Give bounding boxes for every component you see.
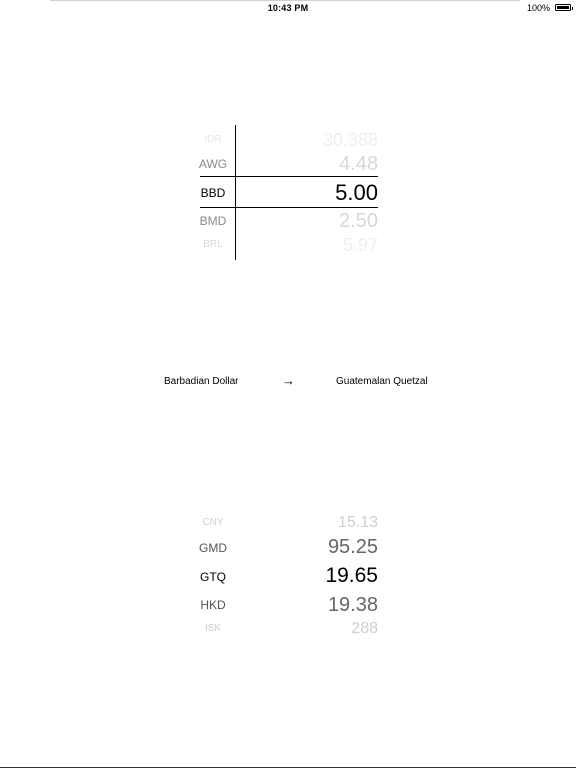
top-edge-line [50,0,520,1]
currency-code: GTQ [200,570,226,584]
picker-row[interactable]: AWG 4.48 [180,153,378,177]
status-bar: 10:43 PM 100% [0,0,576,18]
battery-percentage: 100% [526,3,550,13]
battery-icon [555,4,573,11]
currency-code: AWG [198,157,228,171]
currency-value: 15.13 [337,514,378,531]
currency-value: 2.50 [339,210,378,232]
currency-code: CNY [202,517,224,528]
source-currency-picker[interactable]: IDR 30,388 AWG 4.48 BBD 5.00 BMD 2.50 BR… [180,120,400,265]
currency-value: 19.65 [325,564,378,587]
currency-value: 4.48 [339,153,378,175]
currency-value: 95.25 [327,536,378,558]
picker-row[interactable]: ISK 288 [180,620,378,640]
conversion-summary: Barbadian Dollar → Guatemalan Quetzal [0,373,576,392]
currency-code: BMD [199,214,227,228]
picker-row[interactable]: BMD 2.50 [180,210,378,235]
currency-value: 5.97 [342,235,378,255]
picker-row-selected[interactable]: BBD 5.00 [180,180,378,206]
picker-row-selected[interactable]: GTQ 19.65 [180,564,378,590]
from-currency-name: Barbadian Dollar [164,376,239,387]
picker-row[interactable]: CNY 15.13 [180,514,378,534]
currency-code: HKD [200,598,226,612]
picker-row[interactable]: BRL 5.97 [180,235,378,256]
target-currency-picker[interactable]: CNY 15.13 GMD 95.25 GTQ 19.65 HKD 19.38 … [180,508,400,643]
currency-code: IDR [204,134,222,145]
currency-value: 5.00 [335,180,378,205]
currency-code: BRL [203,239,223,250]
picker-row[interactable]: HKD 19.38 [180,594,378,618]
currency-value: 30,388 [322,130,378,150]
currency-code: BBD [200,186,226,200]
picker-row[interactable]: GMD 95.25 [180,536,378,560]
to-currency-name: Guatemalan Quetzal [336,376,428,387]
status-time: 10:43 PM [267,3,309,13]
selection-line-bottom [200,207,378,208]
currency-value: 19.38 [327,594,378,616]
currency-code: GMD [199,541,227,555]
arrow-right-icon: → [282,373,295,388]
picker-row[interactable]: IDR 30,388 [180,130,378,150]
currency-value: 288 [351,620,378,637]
currency-code: ISK [204,623,222,634]
